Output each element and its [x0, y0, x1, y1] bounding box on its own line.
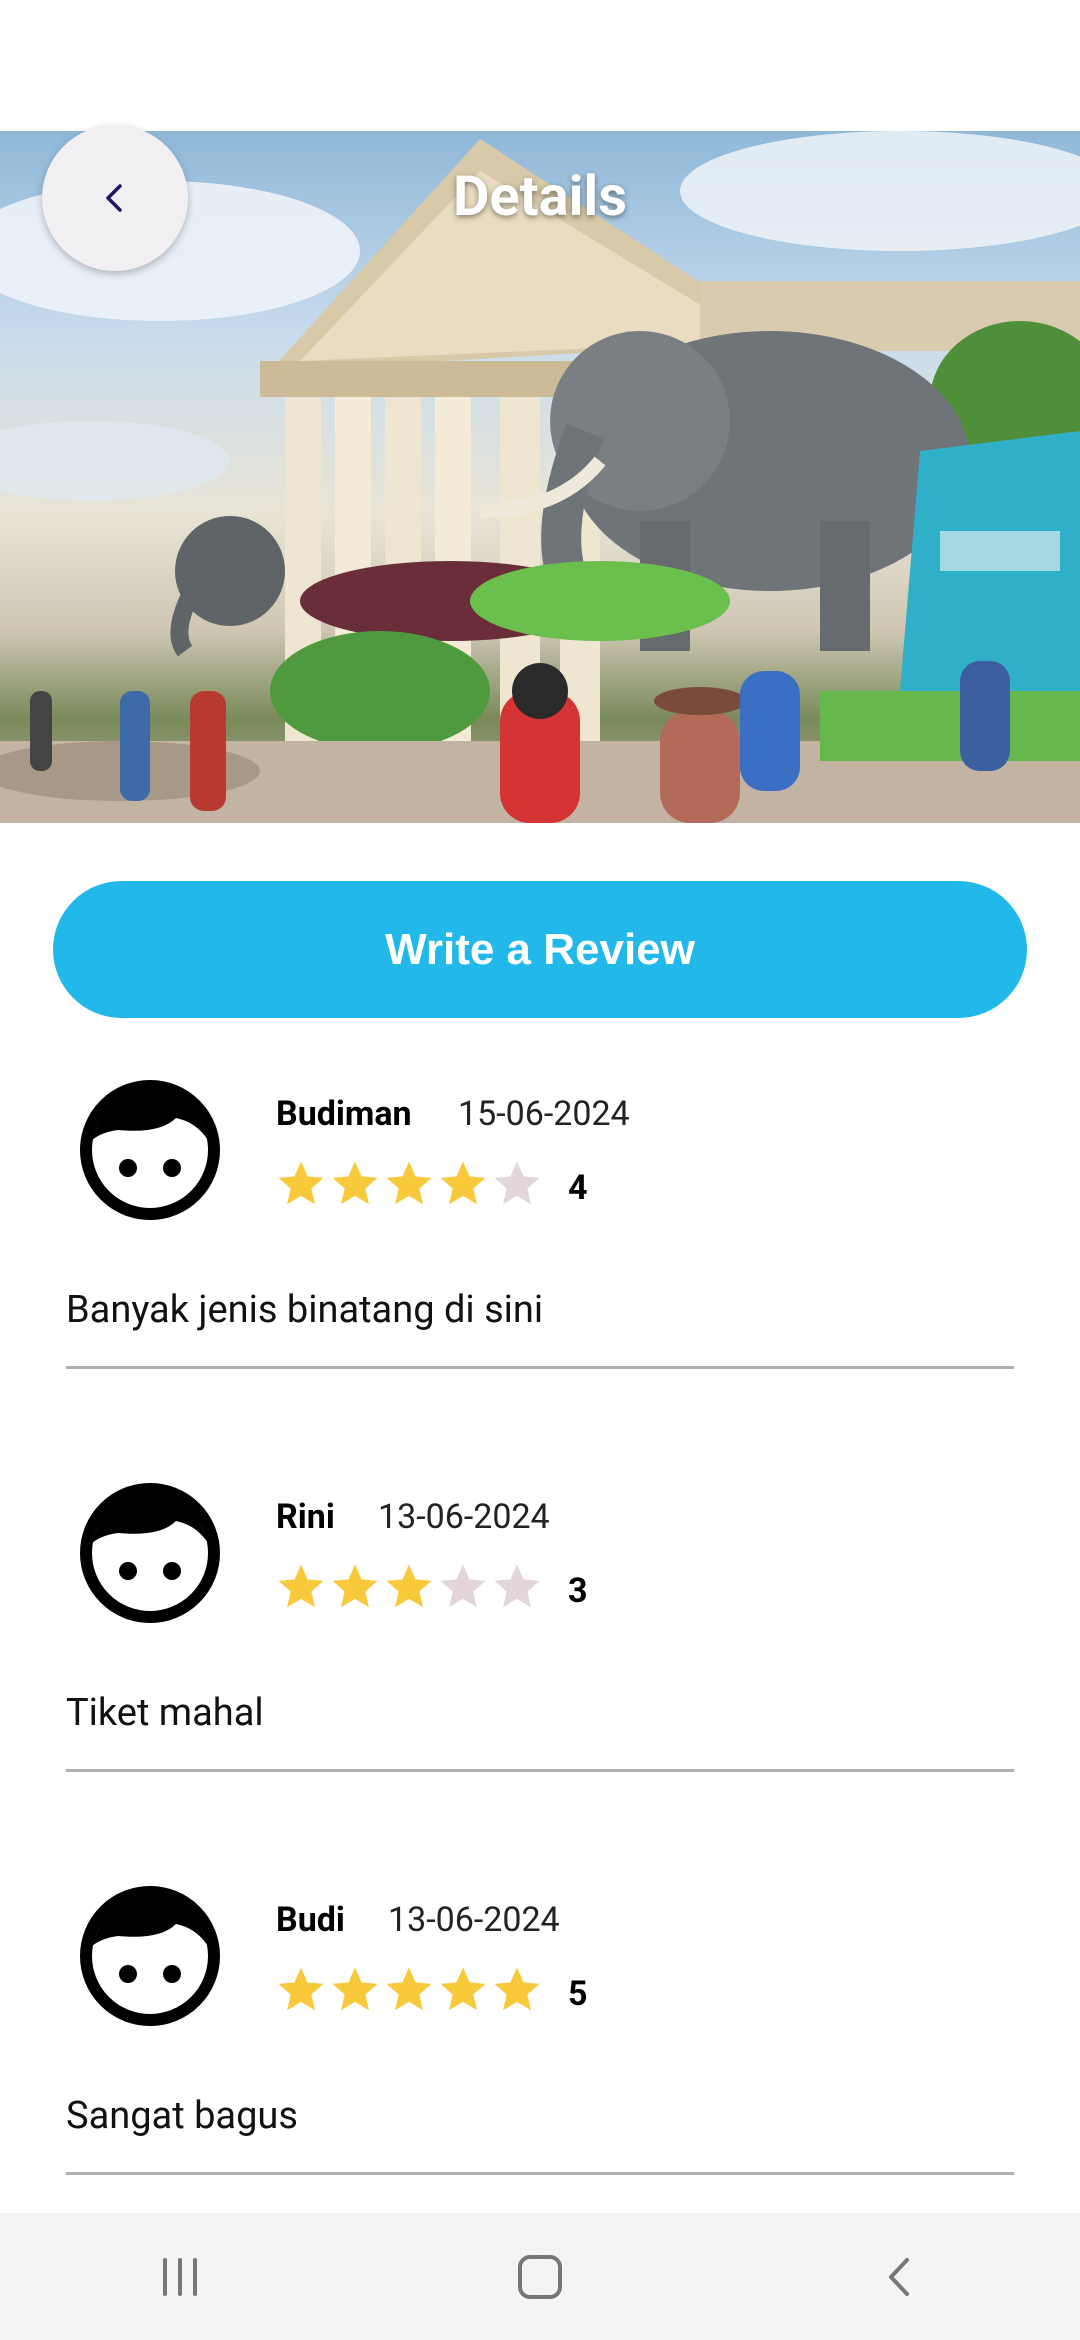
star-filled-icon	[386, 1161, 432, 1205]
star-filled-icon	[278, 1161, 324, 1205]
avatar-icon	[80, 1886, 220, 2026]
star-filled-icon	[332, 1564, 378, 1608]
divider	[66, 1769, 1014, 1772]
star-filled-icon	[332, 1967, 378, 2011]
review-item: Budiman 15-06-2024 4 Banyak jenis binata…	[0, 1078, 1080, 1478]
review-date: 13-06-2024	[388, 1900, 560, 1940]
review-comment: Sangat bagus	[66, 2094, 298, 2138]
review-comment: Tiket mahal	[66, 1691, 264, 1735]
reviewer-name: Rini	[276, 1497, 335, 1537]
star-filled-icon	[386, 1564, 432, 1608]
review-date: 15-06-2024	[458, 1094, 630, 1134]
star-filled-icon	[278, 1564, 324, 1608]
rating-value: 4	[568, 1168, 588, 1208]
review-comment: Banyak jenis binatang di sini	[66, 1288, 544, 1332]
review-item: Rini 13-06-2024 3 Tiket mahal	[0, 1481, 1080, 1881]
star-rating	[274, 1960, 544, 2024]
star-filled-icon	[440, 1161, 486, 1205]
star-filled-icon	[386, 1967, 432, 2011]
status-bar	[0, 0, 1080, 131]
avatar-icon	[80, 1483, 220, 1623]
rating-value: 3	[568, 1571, 588, 1611]
system-navigation-bar	[0, 2213, 1080, 2340]
write-review-button[interactable]: Write a Review	[53, 881, 1027, 1018]
page-title: Details	[453, 163, 627, 229]
divider	[66, 1366, 1014, 1369]
home-button[interactable]	[480, 2227, 600, 2327]
back-arrow-icon	[889, 2257, 909, 2296]
star-filled-icon	[494, 1967, 540, 2011]
review-date: 13-06-2024	[378, 1497, 550, 1537]
reviewer-name: Budiman	[276, 1094, 412, 1134]
home-icon	[518, 2254, 562, 2299]
rating-value: 5	[568, 1974, 588, 2014]
star-rating	[274, 1154, 544, 1218]
avatar-icon	[80, 1080, 220, 1220]
star-empty-icon	[440, 1564, 486, 1608]
recents-icon	[163, 2257, 197, 2296]
star-empty-icon	[494, 1564, 540, 1608]
star-filled-icon	[440, 1967, 486, 2011]
star-filled-icon	[332, 1161, 378, 1205]
reviewer-name: Budi	[276, 1900, 345, 1940]
divider	[66, 2172, 1014, 2175]
star-empty-icon	[494, 1161, 540, 1205]
recents-button[interactable]	[120, 2227, 240, 2327]
star-rating	[274, 1557, 544, 1621]
system-back-button[interactable]	[840, 2227, 960, 2327]
star-filled-icon	[278, 1967, 324, 2011]
